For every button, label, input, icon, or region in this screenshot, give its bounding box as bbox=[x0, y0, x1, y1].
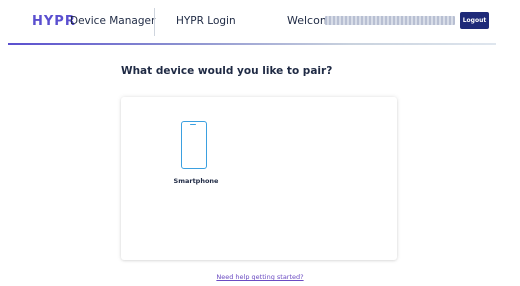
help-link[interactable]: Need help getting started? bbox=[0, 273, 520, 281]
header-underline bbox=[8, 43, 496, 45]
app-title: Device Manager bbox=[70, 15, 156, 27]
hypr-login-link[interactable]: HYPR Login bbox=[176, 15, 236, 27]
device-option-smartphone[interactable]: Smartphone bbox=[170, 119, 222, 191]
device-option-label: Smartphone bbox=[173, 177, 219, 185]
smartphone-icon bbox=[181, 121, 207, 169]
device-options-card: Smartphone bbox=[121, 97, 397, 260]
header-divider bbox=[154, 8, 155, 36]
top-header: HYPR Device Manager HYPR Login Welcome, … bbox=[0, 0, 520, 44]
page-title: What device would you like to pair? bbox=[121, 65, 333, 77]
redacted-username bbox=[325, 16, 455, 25]
logout-button[interactable]: Logout bbox=[460, 12, 489, 29]
phone-speaker bbox=[190, 124, 196, 126]
